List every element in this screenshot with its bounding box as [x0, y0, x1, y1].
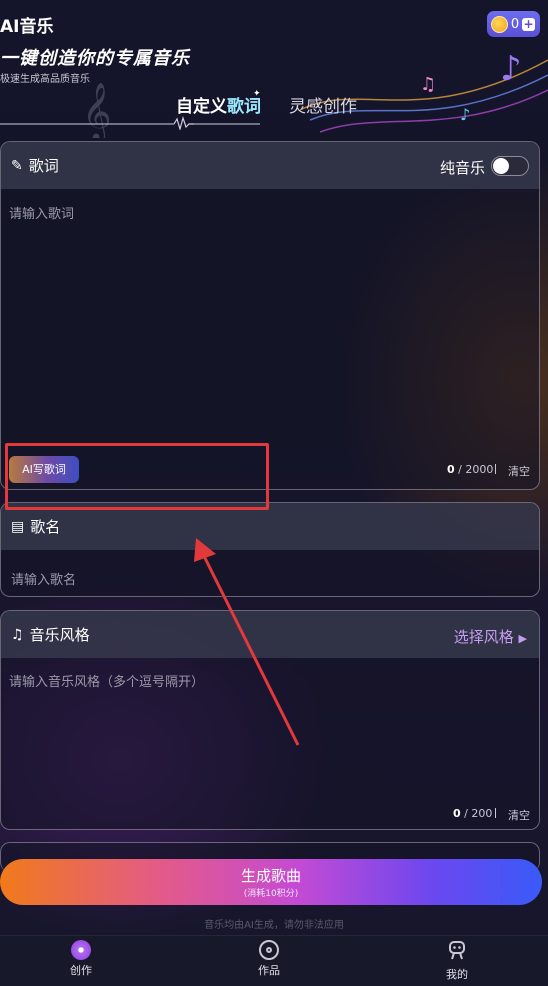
coin-icon — [491, 15, 508, 33]
add-coins-icon[interactable]: + — [522, 17, 535, 31]
svg-text:♪: ♪ — [460, 105, 470, 124]
generate-song-button[interactable]: 生成歌曲 (消耗10积分) — [0, 859, 542, 905]
highlight-box — [5, 443, 269, 510]
document-icon: ▤ — [11, 518, 25, 535]
svg-text:♪: ♪ — [500, 49, 522, 89]
lyrics-char-counter: 0 / 2000 — [447, 463, 493, 476]
toggle-knob — [493, 158, 509, 174]
bottom-nav: 创作 作品 我的 — [0, 935, 548, 986]
nav-create[interactable]: 创作 — [51, 940, 111, 978]
nav-works[interactable]: 作品 — [239, 940, 299, 978]
style-char-max: / 200 — [464, 807, 493, 820]
music-style-input[interactable]: 请输入音乐风格（多个逗号隔开） — [9, 671, 204, 690]
music-style-title: 音乐风格 — [29, 626, 90, 644]
select-style-label: 选择风格 — [453, 628, 514, 646]
coin-balance-button[interactable]: 0 + — [487, 11, 540, 37]
quill-icon: ✎ — [11, 157, 23, 174]
app-title: AI音乐 — [0, 17, 54, 37]
lyrics-title: 歌词 — [28, 157, 59, 175]
song-name-input[interactable]: 请输入歌名 — [11, 569, 76, 588]
lyrics-char-max: / 2000 — [458, 463, 494, 476]
coin-count: 0 — [510, 16, 520, 32]
lyrics-clear-button[interactable]: 清空 — [508, 463, 530, 479]
tab-indicator — [0, 116, 260, 130]
create-icon — [71, 940, 91, 960]
works-icon — [259, 940, 279, 960]
tab-custom-lyrics-accent: 歌词 — [227, 97, 261, 117]
lyrics-char-count: 0 — [447, 463, 455, 476]
style-clear-button[interactable]: 清空 — [508, 807, 530, 823]
generate-cost-label: (消耗10积分) — [243, 889, 299, 899]
song-name-title: 歌名 — [30, 518, 61, 536]
svg-text:♫: ♫ — [420, 74, 436, 95]
pure-music-toggle[interactable] — [491, 156, 529, 176]
caret-right-icon: ▶ — [518, 632, 527, 645]
counter-divider — [495, 464, 496, 474]
pure-music-label: 纯音乐 — [439, 159, 485, 177]
hero-title: 一键创造你的专属音乐 — [0, 48, 190, 69]
nav-works-label: 作品 — [258, 964, 280, 977]
tab-custom-lyrics-label: 自定义 — [176, 97, 227, 117]
generate-song-label: 生成歌曲 — [240, 867, 301, 885]
tab-custom-lyrics[interactable]: 自定义歌词 — [176, 92, 261, 117]
lyrics-card-header: ✎ 歌词 纯音乐 — [1, 142, 539, 189]
sparkle-icon: ✦ — [253, 89, 261, 99]
select-style-button[interactable]: 选择风格 ▶ — [454, 626, 527, 647]
lyrics-input[interactable]: 请输入歌词 — [9, 203, 74, 222]
nav-mine[interactable]: 我的 — [427, 940, 487, 982]
style-char-counter: 0 / 200 — [453, 807, 492, 820]
nav-create-label: 创作 — [70, 964, 92, 977]
music-notes-decoration: ♪ ♫ ♪ — [300, 49, 548, 133]
annotation-arrow — [194, 538, 300, 746]
style-counter-divider — [495, 808, 496, 818]
disclaimer-text: 音乐均由AI生成，请勿非法应用 — [204, 920, 344, 931]
music-note-icon: ♫ — [11, 626, 24, 643]
style-char-count: 0 — [453, 807, 461, 820]
profile-icon — [449, 941, 465, 960]
tab-inspiration[interactable]: 灵感创作 — [289, 92, 357, 117]
nav-mine-label: 我的 — [446, 968, 468, 981]
hero-subtitle: 极速生成高品质音乐 — [0, 74, 90, 85]
lyrics-card: ✎ 歌词 纯音乐 请输入歌词 AI写歌词 0 / 2000 清空 — [0, 141, 540, 490]
